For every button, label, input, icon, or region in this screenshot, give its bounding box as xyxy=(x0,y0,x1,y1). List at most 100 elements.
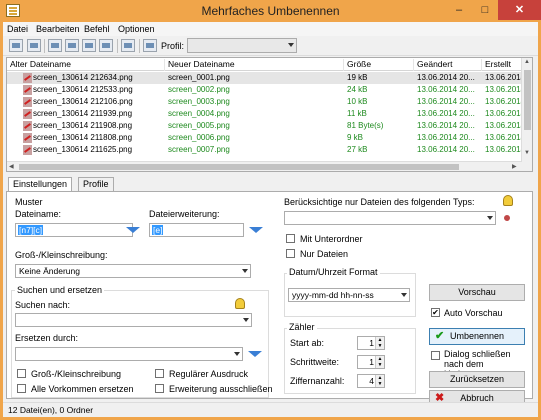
clear-icon[interactable] xyxy=(65,39,79,52)
table-row[interactable]: screen_130614 211908.png screen_0005.png 8… xyxy=(7,120,532,132)
ersetzen-input[interactable] xyxy=(15,347,243,361)
erweiterung-input[interactable]: [e] xyxy=(149,223,244,237)
ersetzen-menu-icon[interactable] xyxy=(248,351,262,357)
old-name-cell: screen_130614 211939.png xyxy=(33,109,133,118)
png-file-icon xyxy=(23,73,32,83)
maximize-button[interactable]: □ xyxy=(472,0,498,20)
size-cell: 19 kB xyxy=(347,73,368,82)
png-file-icon xyxy=(23,133,32,143)
new-name-cell: screen_0002.png xyxy=(168,85,230,94)
filter-select[interactable] xyxy=(284,211,496,225)
new-name-cell: screen_0004.png xyxy=(168,109,230,118)
horizontal-scrollbar[interactable]: ◀ ▶ xyxy=(7,161,522,171)
erweiterung-label: Dateierweiterung: xyxy=(149,209,220,219)
step-stepper[interactable]: 1 ▲ ▼ xyxy=(357,355,385,369)
scroll-down-icon[interactable]: ▼ xyxy=(524,150,530,156)
hint-bulb-icon[interactable] xyxy=(235,298,245,309)
dateiname-input[interactable]: [n7][c] xyxy=(15,223,133,237)
add-folder-icon[interactable] xyxy=(27,39,41,52)
subfolder-label: Mit Unterordner xyxy=(300,234,363,244)
files-only-checkbox[interactable] xyxy=(286,249,295,258)
filter-icon[interactable] xyxy=(504,215,512,224)
column-old-name[interactable]: Alter Dateiname xyxy=(7,59,165,71)
menu-bearbeiten[interactable]: Bearbeiten xyxy=(36,24,80,34)
menu-optionen[interactable]: Optionen xyxy=(118,24,155,34)
tab-profile[interactable]: Profile xyxy=(78,177,114,191)
column-new-name[interactable]: Neuer Dateiname xyxy=(165,59,344,71)
refresh-icon[interactable] xyxy=(82,39,96,52)
auto-preview-checkbox[interactable]: ✔ xyxy=(431,308,440,317)
new-name-cell: screen_0006.png xyxy=(168,133,230,142)
png-file-icon xyxy=(23,109,32,119)
minimize-button[interactable]: – xyxy=(446,0,472,20)
erweiterung-menu-icon[interactable] xyxy=(249,227,263,233)
add-files-icon[interactable] xyxy=(9,39,23,52)
dateiname-menu-icon[interactable] xyxy=(126,227,140,233)
old-name-cell: screen_130614 212634.png xyxy=(33,73,133,82)
counter-title: Zähler xyxy=(287,322,317,332)
toolbar-separator xyxy=(139,39,140,53)
scroll-right-icon[interactable]: ▶ xyxy=(512,163,517,170)
replace-all-checkbox[interactable] xyxy=(17,384,26,393)
preview-button[interactable]: Vorschau xyxy=(429,284,525,301)
files-only-label: Nur Dateien xyxy=(300,249,349,259)
table-row[interactable]: screen_130614 211939.png screen_0004.png 1… xyxy=(7,108,532,120)
rename-button[interactable]: ✔ Umbenennen xyxy=(429,328,525,345)
stepper-arrows-icon[interactable]: ▲ ▼ xyxy=(375,356,384,368)
muster-title: Muster xyxy=(15,197,43,207)
tab-einstellungen[interactable]: Einstellungen xyxy=(8,177,73,192)
suchen-label: Suchen nach: xyxy=(15,300,71,310)
profil-label: Profil: xyxy=(161,41,185,51)
chevron-down-icon xyxy=(288,43,294,47)
profil-select[interactable] xyxy=(187,38,297,53)
sort-icon[interactable] xyxy=(99,39,113,52)
stepper-arrows-icon[interactable]: ▲ ▼ xyxy=(375,337,384,349)
changed-cell: 13.06.2014 20... xyxy=(417,97,475,106)
column-size[interactable]: Größe xyxy=(344,59,414,71)
scroll-left-icon[interactable]: ◀ xyxy=(9,163,14,170)
ersetzen-label: Ersetzen durch: xyxy=(15,333,79,343)
datetime-title: Datum/Uhrzeit Format xyxy=(287,267,380,277)
menu-befehl[interactable]: Befehl xyxy=(84,24,110,34)
stepper-arrows-icon[interactable]: ▲ ▼ xyxy=(375,375,384,387)
subfolder-checkbox[interactable] xyxy=(286,234,295,243)
chevron-down-icon xyxy=(243,318,249,322)
changed-cell: 13.06.2014 20... xyxy=(417,73,475,82)
options-icon[interactable] xyxy=(121,39,135,52)
datetime-select[interactable]: yyyy-mm-dd hh-nn-ss xyxy=(288,288,410,302)
digits-stepper[interactable]: 4 ▲ ▼ xyxy=(357,374,385,388)
hscroll-thumb[interactable] xyxy=(19,164,459,170)
toolbar-separator xyxy=(117,39,118,53)
start-value: 1 xyxy=(369,338,374,348)
case-sensitive-checkbox[interactable] xyxy=(17,369,26,378)
start-stepper[interactable]: 1 ▲ ▼ xyxy=(357,336,385,350)
settings-panel: Muster Dateiname: [n7][c] Dateierweiteru… xyxy=(6,191,533,406)
old-name-cell: screen_130614 211908.png xyxy=(33,121,133,130)
table-row[interactable]: screen_130614 212533.png screen_0002.png 2… xyxy=(7,84,532,96)
close-button[interactable]: ✕ xyxy=(498,0,541,20)
regex-checkbox[interactable] xyxy=(155,369,164,378)
remove-icon[interactable] xyxy=(48,39,62,52)
file-grid[interactable]: Alter Dateiname Neuer Dateiname Größe Ge… xyxy=(6,57,533,172)
size-cell: 10 kB xyxy=(347,97,368,106)
menu-bar: Datei Bearbeiten Befehl Optionen xyxy=(3,22,538,36)
suchen-input[interactable] xyxy=(15,313,252,327)
exclude-extension-checkbox[interactable] xyxy=(155,384,164,393)
table-row[interactable]: screen_130614 211808.png screen_0006.png 9… xyxy=(7,132,532,144)
scroll-up-icon[interactable]: ▲ xyxy=(524,59,530,65)
reset-button[interactable]: Zurücksetzen xyxy=(429,371,525,388)
scroll-thumb[interactable] xyxy=(524,70,531,130)
table-row[interactable]: screen_130614 212634.png screen_0001.png 1… xyxy=(7,72,532,84)
vertical-scrollbar[interactable]: ▲ ▼ xyxy=(521,58,532,171)
title-bar[interactable]: Mehrfaches Umbenennen – □ ✕ xyxy=(0,0,541,22)
table-row[interactable]: screen_130614 212106.png screen_0003.png 1… xyxy=(7,96,532,108)
column-changed[interactable]: Geändert xyxy=(414,59,482,71)
column-created[interactable]: Erstellt xyxy=(482,59,522,71)
menu-datei[interactable]: Datei xyxy=(7,24,28,34)
table-row[interactable]: screen_130614 211625.png screen_0007.png 2… xyxy=(7,144,532,156)
hint-bulb-icon[interactable] xyxy=(503,195,513,206)
case-select[interactable]: Keine Änderung xyxy=(15,264,251,278)
document-icon[interactable] xyxy=(143,39,157,52)
chevron-down-icon xyxy=(401,293,407,297)
close-after-checkbox[interactable] xyxy=(431,351,440,360)
